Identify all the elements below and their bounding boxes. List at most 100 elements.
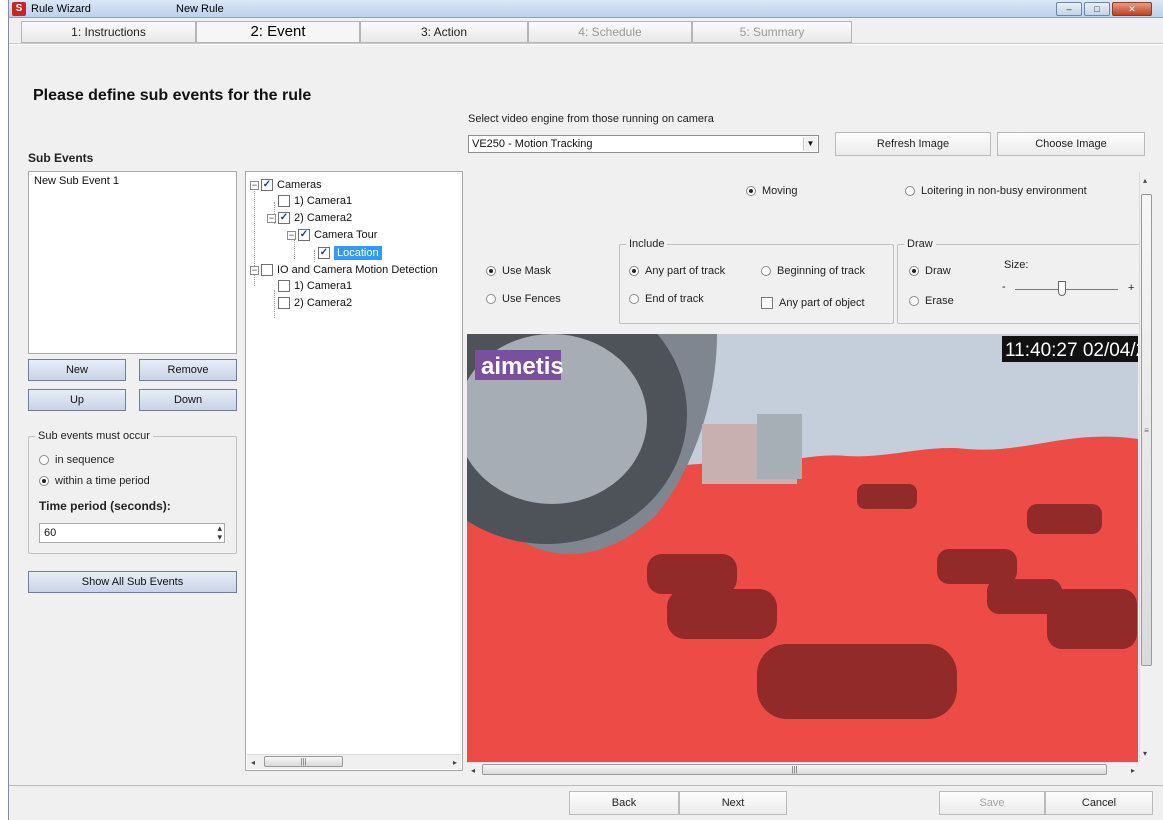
scroll-right-icon[interactable]: ▸: [1131, 766, 1135, 775]
moving-radio[interactable]: Moving: [746, 185, 797, 197]
draw-radio[interactable]: Draw: [909, 265, 951, 277]
erase-label: Erase: [925, 295, 954, 307]
next-button[interactable]: Next: [679, 791, 787, 815]
tree-line: [314, 250, 315, 262]
list-item[interactable]: New Sub Event 1: [34, 175, 119, 187]
size-label: Size:: [1004, 259, 1029, 271]
spinner-icon[interactable]: ▴ ▾: [217, 524, 222, 542]
tree-item-label: 2) Camera2: [294, 212, 353, 224]
tree-item-io-camera1[interactable]: 1) Camera1: [278, 280, 352, 292]
video-engine-label: Select video engine from those running o…: [468, 113, 714, 125]
back-button[interactable]: Back: [569, 791, 679, 815]
video-engine-select[interactable]: VE250 - Motion Tracking ▼: [468, 135, 819, 153]
camera-tree[interactable]: − ✓ Cameras 1) Camera1 − ✓ 2) Camera2 − …: [245, 171, 463, 771]
page-heading: Please define sub events for the rule: [33, 87, 312, 104]
loitering-radio[interactable]: Loitering in non-busy environment: [905, 185, 1087, 197]
radio-selected-icon: [746, 186, 756, 196]
occur-group-title: Sub events must occur: [35, 430, 153, 442]
checkbox-checked-icon[interactable]: ✓: [298, 229, 310, 241]
time-period-value: 60: [44, 527, 57, 539]
checkbox-icon[interactable]: [278, 195, 290, 207]
use-mask-radio[interactable]: Use Mask: [486, 265, 551, 277]
size-slider-thumb[interactable]: [1057, 281, 1066, 296]
cancel-button[interactable]: Cancel: [1045, 791, 1153, 815]
scroll-left-icon[interactable]: ◂: [251, 758, 255, 767]
tree-line: [274, 290, 275, 318]
new-button[interactable]: New: [28, 359, 126, 381]
scroll-thumb[interactable]: ≡: [1141, 194, 1152, 666]
scroll-down-icon[interactable]: ▾: [1143, 749, 1147, 758]
checkbox-icon[interactable]: [761, 297, 773, 309]
choose-image-button[interactable]: Choose Image: [997, 132, 1145, 156]
collapse-icon[interactable]: −: [250, 180, 259, 190]
checkbox-checked-icon[interactable]: ✓: [318, 247, 330, 259]
show-all-sub-events-button[interactable]: Show All Sub Events: [28, 571, 237, 593]
remove-button[interactable]: Remove: [139, 359, 237, 381]
down-button[interactable]: Down: [139, 389, 237, 411]
tree-horizontal-scrollbar[interactable]: ◂ ||| ▸: [247, 754, 461, 769]
size-slider-track[interactable]: [1015, 289, 1118, 290]
end-track-radio[interactable]: End of track: [629, 293, 704, 305]
preview-vertical-scrollbar[interactable]: ▴ ≡ ▾: [1139, 172, 1154, 762]
close-button[interactable]: ✕: [1112, 2, 1152, 16]
in-sequence-radio[interactable]: in sequence: [39, 454, 114, 466]
video-engine-value: VE250 - Motion Tracking: [472, 138, 593, 150]
within-period-radio[interactable]: within a time period: [39, 475, 150, 487]
tree-item-camera2[interactable]: − ✓ 2) Camera2: [267, 212, 352, 224]
tree-item-io-camera2[interactable]: 2) Camera2: [278, 297, 352, 309]
collapse-icon[interactable]: −: [267, 213, 276, 223]
app-title: Rule Wizard: [31, 3, 91, 15]
tree-item-io-motion[interactable]: − IO and Camera Motion Detection: [250, 264, 438, 276]
radio-icon: [486, 294, 496, 304]
time-period-input[interactable]: 60 ▴ ▾: [39, 523, 225, 543]
tree-item-camera-tour[interactable]: − ✓ Camera Tour: [287, 229, 377, 241]
radio-selected-icon: [629, 266, 639, 276]
maximize-button[interactable]: □: [1084, 2, 1110, 16]
chevron-down-icon[interactable]: ▼: [803, 137, 817, 151]
wizard-tabs: 1: Instructions 2: Event 3: Action 4: Sc…: [9, 18, 1163, 44]
tab-instructions[interactable]: 1: Instructions: [21, 21, 196, 43]
beginning-track-label: Beginning of track: [777, 265, 866, 277]
checkbox-icon[interactable]: [278, 297, 290, 309]
tab-action[interactable]: 3: Action: [360, 21, 528, 43]
tree-item-cameras[interactable]: − ✓ Cameras: [250, 179, 322, 191]
tree-item-camera1[interactable]: 1) Camera1: [278, 195, 352, 207]
include-group: Include Any part of track Beginning of t…: [619, 238, 894, 324]
checkbox-checked-icon[interactable]: ✓: [261, 179, 273, 191]
use-mask-label: Use Mask: [502, 265, 551, 277]
rule-name-title: New Rule: [176, 3, 224, 15]
camera-preview-image[interactable]: aimetis 11:40:27 02/04/201: [467, 334, 1138, 762]
video-timestamp: 11:40:27 02/04/201: [1005, 340, 1138, 361]
beginning-track-radio[interactable]: Beginning of track: [761, 265, 865, 277]
tab-event[interactable]: 2: Event: [196, 21, 360, 43]
close-icon: ✕: [1128, 4, 1136, 14]
scroll-left-icon[interactable]: ◂: [471, 766, 475, 775]
up-button[interactable]: Up: [28, 389, 126, 411]
scroll-up-icon[interactable]: ▴: [1143, 176, 1147, 185]
scroll-thumb[interactable]: |||: [482, 764, 1107, 775]
use-fences-label: Use Fences: [502, 293, 561, 305]
any-part-object-checkbox[interactable]: Any part of object: [761, 297, 865, 309]
checkbox-checked-icon[interactable]: ✓: [278, 212, 290, 224]
tree-item-location[interactable]: ✓ Location: [318, 246, 382, 260]
radio-selected-icon: [486, 266, 496, 276]
checkbox-icon[interactable]: [278, 280, 290, 292]
draw-group: Draw Draw Erase Size: - +: [897, 238, 1141, 324]
scroll-right-icon[interactable]: ▸: [453, 758, 457, 767]
wizard-footer: Back Next Save Cancel: [9, 785, 1163, 820]
erase-radio[interactable]: Erase: [909, 295, 954, 307]
checkbox-icon[interactable]: [261, 264, 273, 276]
radio-icon: [629, 294, 639, 304]
rule-wizard-window: S Rule Wizard New Rule – □ ✕ 1: Instruct…: [8, 0, 1163, 820]
tree-item-label: 1) Camera1: [294, 280, 353, 292]
refresh-image-button[interactable]: Refresh Image: [835, 132, 991, 156]
preview-horizontal-scrollbar[interactable]: ◂ ||| ▸: [467, 762, 1139, 777]
use-fences-radio[interactable]: Use Fences: [486, 293, 561, 305]
sub-events-list[interactable]: New Sub Event 1: [28, 171, 237, 354]
minimize-button[interactable]: –: [1056, 2, 1082, 16]
app-logo-icon: S: [12, 2, 26, 16]
any-part-track-radio[interactable]: Any part of track: [629, 265, 725, 277]
collapse-icon[interactable]: −: [287, 230, 296, 240]
scroll-thumb[interactable]: |||: [264, 756, 343, 767]
collapse-icon[interactable]: −: [250, 265, 259, 275]
